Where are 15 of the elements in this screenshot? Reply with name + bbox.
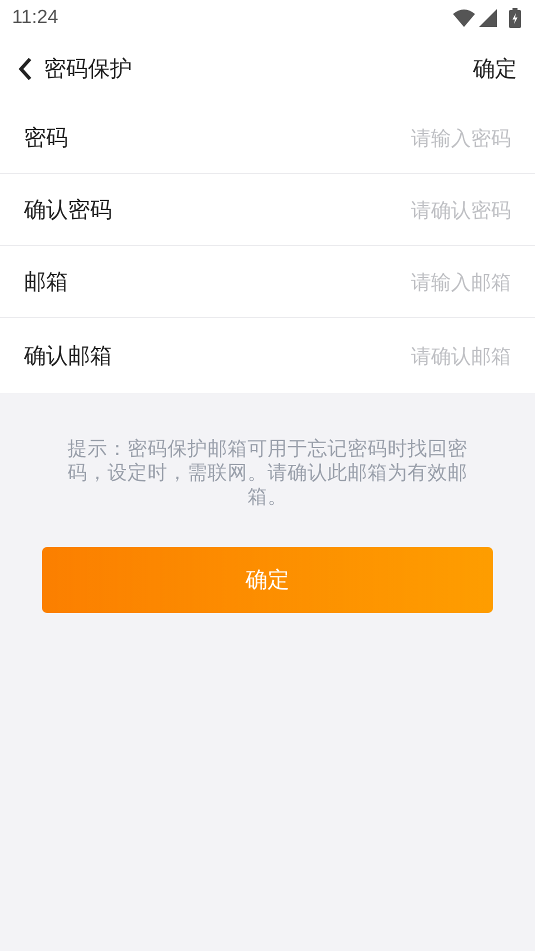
hint-text: 提示：密码保护邮箱可用于忘记密码时找回密码，设定时，需联网。请确认此邮箱为有效邮箱。 <box>66 437 468 509</box>
input-field[interactable]: 请确认邮箱 <box>311 344 511 368</box>
signal-icon <box>479 9 497 27</box>
input-field[interactable]: 请确认密码 <box>311 198 511 222</box>
battery-icon <box>509 8 521 28</box>
wifi-icon <box>453 9 475 27</box>
page-title: 密码保护 <box>44 56 132 84</box>
field-label: 确认邮箱 <box>24 342 112 370</box>
field-label: 密码 <box>24 124 68 152</box>
input-field[interactable]: 请输入密码 <box>311 126 511 150</box>
input-field[interactable]: 请输入邮箱 <box>311 270 511 294</box>
field-label: 确认密码 <box>24 196 112 224</box>
confirm-link[interactable]: 确定 <box>473 54 517 84</box>
field-label: 邮箱 <box>24 268 68 296</box>
status-time: 11:24 <box>12 7 58 29</box>
